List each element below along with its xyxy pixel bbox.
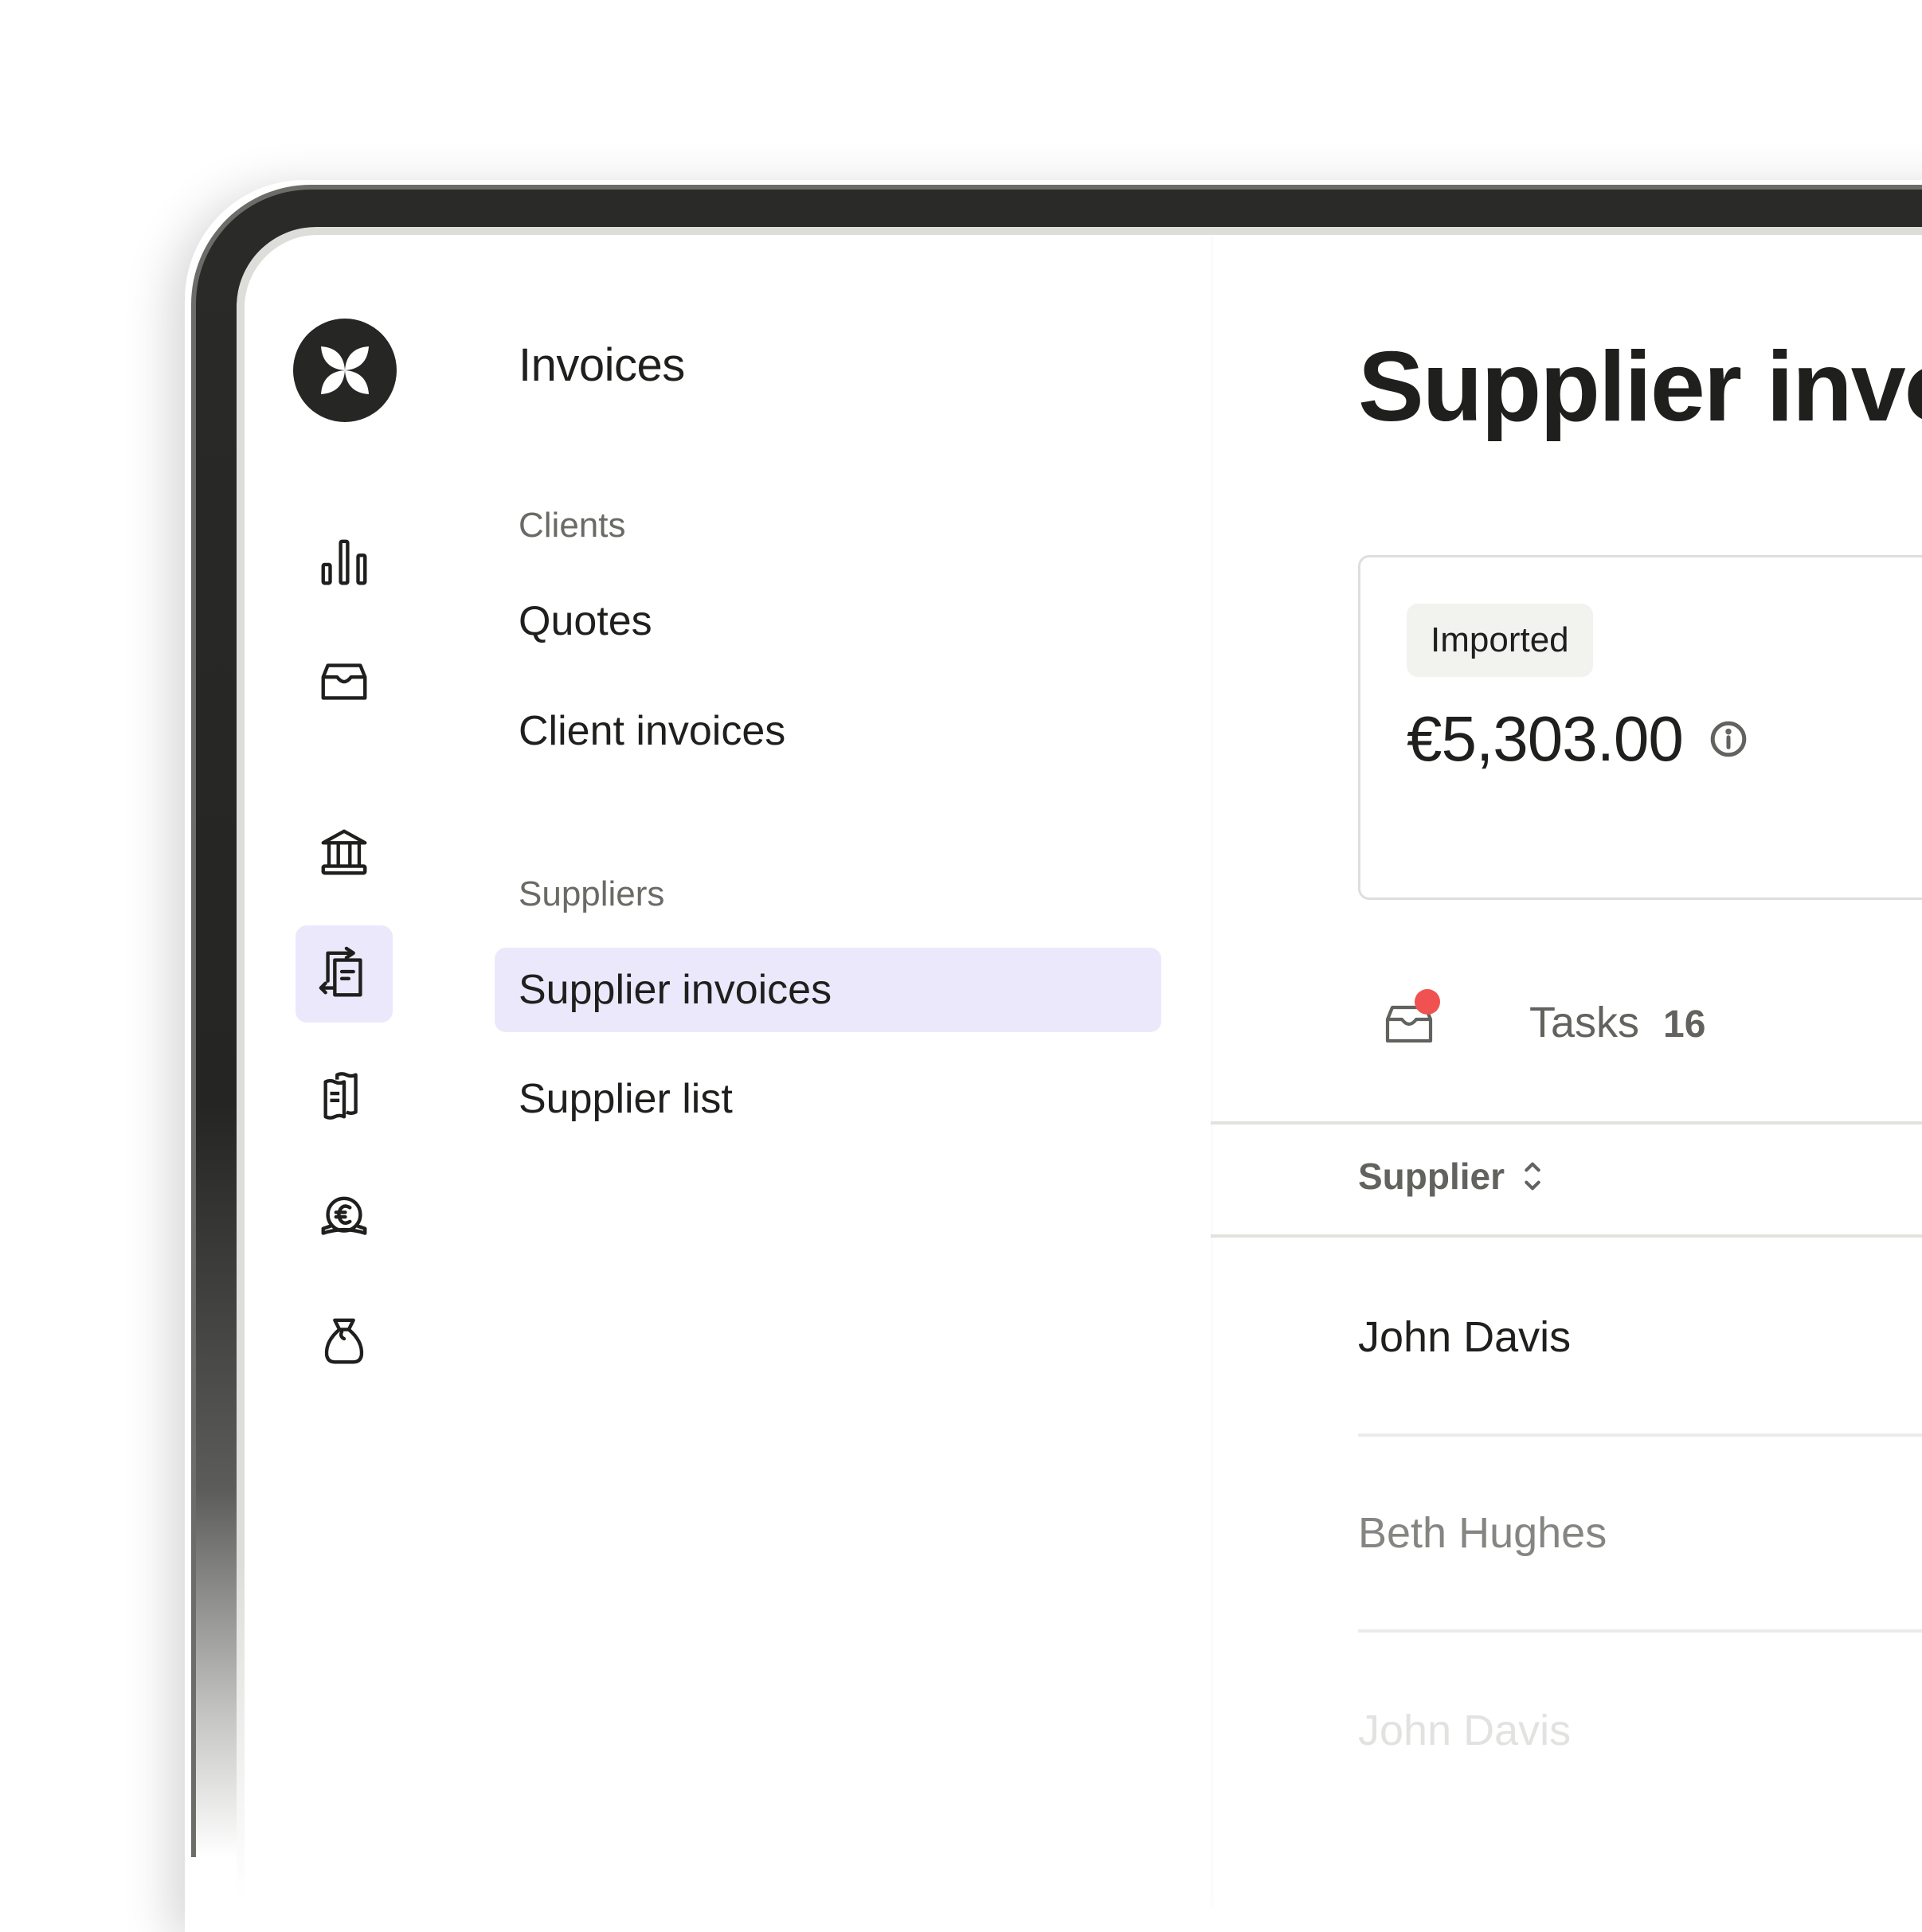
sidebar-item-supplier-invoices[interactable]: Supplier invoices bbox=[495, 948, 1161, 1032]
sort-icon bbox=[1525, 1162, 1540, 1191]
nav-item-receipts[interactable] bbox=[296, 1047, 393, 1144]
table-row[interactable]: John Davis bbox=[1358, 1241, 1922, 1437]
inbox-icon bbox=[321, 663, 367, 700]
sidebar-item-supplier-list[interactable]: Supplier list bbox=[495, 1057, 1161, 1141]
notification-dot bbox=[1415, 989, 1440, 1015]
column-header-supplier[interactable]: Supplier bbox=[1358, 1155, 1543, 1198]
app-logo-icon bbox=[321, 346, 369, 394]
tab-bar: Tasks 16 Imported bbox=[1211, 952, 1922, 1124]
nav-item-supplier-invoices[interactable] bbox=[296, 925, 393, 1023]
supplier-name: John Davis bbox=[1358, 1313, 1572, 1361]
sidebar-title: Invoices bbox=[519, 339, 685, 391]
sidebar-section-suppliers: Suppliers bbox=[519, 874, 665, 913]
secondary-sidebar: Invoices Clients Quotes Client invoices … bbox=[446, 235, 1211, 1907]
money-bag-icon bbox=[324, 1318, 364, 1364]
supplier-name: John Davis bbox=[1358, 1707, 1572, 1754]
main-content: Supplier invoices Imported €5,303.00 bbox=[1211, 235, 1922, 1907]
table-row[interactable]: John Davis bbox=[1358, 1633, 1922, 1828]
nav-item-inbox[interactable] bbox=[296, 633, 393, 730]
table-row[interactable]: Beth Hughes bbox=[1358, 1437, 1922, 1633]
bank-icon bbox=[321, 829, 367, 875]
sidebar-item-client-invoices[interactable]: Client invoices bbox=[495, 689, 1161, 773]
page-title: Supplier invoices bbox=[1358, 332, 1922, 442]
supplier-invoice-icon bbox=[319, 946, 362, 997]
app-logo[interactable] bbox=[293, 319, 397, 422]
info-icon[interactable] bbox=[1709, 719, 1748, 759]
tab-tasks[interactable]: Tasks 16 bbox=[1529, 998, 1705, 1047]
nav-item-payments[interactable] bbox=[296, 1171, 393, 1268]
nav-item-funding[interactable] bbox=[296, 1293, 393, 1390]
tab-tasks-label: Tasks bbox=[1529, 999, 1640, 1046]
receipts-icon bbox=[323, 1072, 358, 1120]
table-header: Supplier bbox=[1211, 1124, 1922, 1238]
app-screen: Invoices Clients Quotes Client invoices … bbox=[245, 235, 1922, 1907]
status-badge: Imported bbox=[1407, 604, 1593, 677]
sidebar-section-clients: Clients bbox=[519, 506, 626, 545]
supplier-name: Beth Hughes bbox=[1358, 1509, 1607, 1557]
summary-card-imported[interactable]: Imported €5,303.00 bbox=[1358, 555, 1922, 900]
tab-tasks-count: 16 bbox=[1663, 1003, 1706, 1046]
nav-rail bbox=[245, 235, 446, 1907]
imported-amount: €5,303.00 bbox=[1407, 703, 1684, 774]
nav-item-analytics[interactable] bbox=[296, 514, 393, 611]
tab-inbox[interactable] bbox=[1380, 989, 1440, 1053]
bar-chart-icon bbox=[321, 539, 367, 585]
euro-coin-icon bbox=[321, 1196, 367, 1235]
column-header-supplier-label: Supplier bbox=[1358, 1156, 1505, 1197]
sidebar-item-quotes[interactable]: Quotes bbox=[495, 579, 1161, 663]
nav-item-bank[interactable] bbox=[296, 804, 393, 901]
